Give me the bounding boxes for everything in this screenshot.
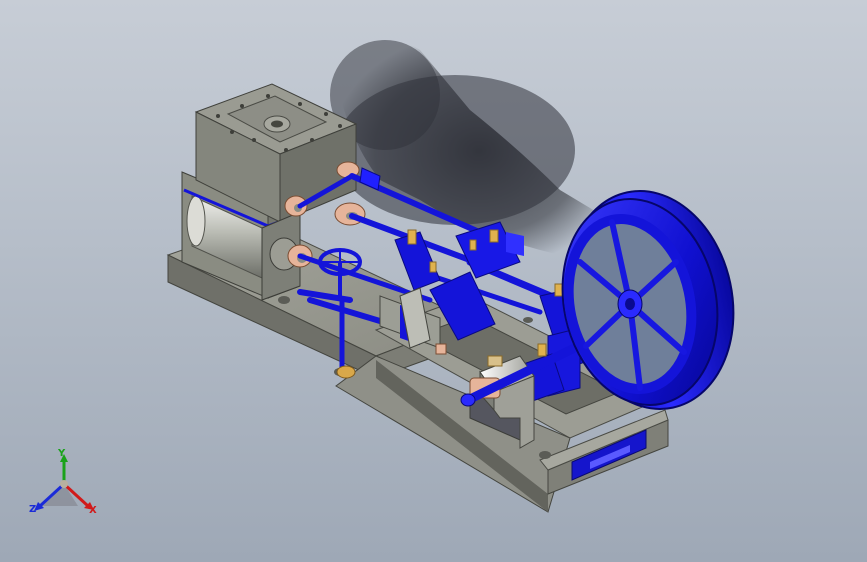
cad-viewport[interactable]: Y Z X	[0, 0, 867, 562]
x-axis-label: X	[89, 505, 97, 516]
y-axis-label: Y	[58, 448, 66, 459]
z-axis-label: Z	[29, 504, 37, 515]
orientation-triad: Y Z X	[28, 448, 100, 520]
steam-engine-model[interactable]	[0, 0, 867, 562]
